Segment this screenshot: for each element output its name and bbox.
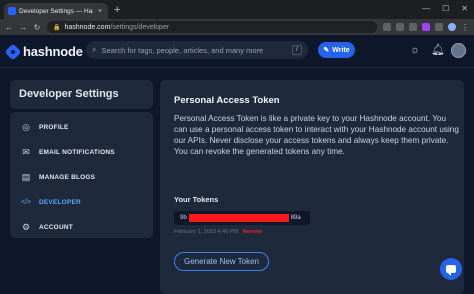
sidebar-item-email-notifications[interactable]: ✉ EMAIL NOTIFICATIONS (10, 140, 153, 165)
url-text: hashnode.com/settings/developer (64, 24, 169, 31)
bookmark-icon[interactable] (396, 23, 404, 31)
revoke-link[interactable]: Revoke (243, 229, 263, 235)
sidebar-item-label: DEVELOPER (39, 199, 81, 206)
puzzle-icon[interactable] (435, 23, 443, 31)
extension-icon[interactable] (422, 23, 430, 31)
chat-widget-button[interactable] (440, 258, 462, 280)
avatar[interactable] (451, 43, 466, 58)
reload-icon[interactable]: ↻ (33, 23, 41, 32)
back-icon[interactable]: ← (5, 23, 13, 32)
token-meta: February 1, 2023 4:46 PM Revoke (174, 229, 262, 235)
address-bar[interactable]: 🔒 hashnode.com/settings/developer (47, 21, 377, 33)
tab-close-icon[interactable]: × (96, 8, 104, 15)
sidebar-header: Developer Settings (10, 80, 153, 109)
tokens-label: Your Tokens (174, 195, 219, 204)
token-suffix: 89a (290, 215, 301, 221)
token-prefix: 9b (180, 215, 187, 221)
url-host: hashnode.com (64, 23, 111, 31)
panel-description: Personal Access Token is like a private … (174, 114, 459, 156)
new-tab-button[interactable]: + (114, 3, 120, 17)
url-path: /settings/developer (110, 23, 170, 31)
site-header: hashnode ⌕ / ✎ Write ☼ 🔔︎ (0, 35, 474, 68)
sidebar-item-label: EMAIL NOTIFICATIONS (39, 149, 115, 156)
forward-icon[interactable]: → (19, 23, 27, 32)
sidebar-item-profile[interactable]: ◎ PROFILE (10, 115, 153, 140)
browser-tab[interactable]: Developer Settings — Hashnode × (4, 3, 108, 19)
sidebar-item-label: PROFILE (39, 124, 69, 131)
minimize-icon[interactable]: — (422, 2, 430, 16)
browser-tabstrip: Developer Settings — Hashnode × + — ☐ ✕ (0, 0, 474, 19)
token-value[interactable]: 9b 89a (174, 211, 310, 225)
sidebar-item-developer[interactable]: </> DEVELOPER (10, 190, 153, 215)
generate-token-button[interactable]: Generate New Token (174, 252, 269, 271)
close-window-icon[interactable]: ✕ (461, 2, 468, 16)
hashnode-favicon-icon (8, 7, 16, 15)
code-icon: </> (21, 199, 32, 206)
chat-icon (446, 265, 456, 276)
sidebar-title: Developer Settings (19, 88, 119, 100)
bell-icon[interactable]: 🔔︎ (431, 44, 445, 56)
window-controls: — ☐ ✕ (422, 2, 468, 16)
access-token-panel: Personal Access Token Personal Access To… (160, 80, 464, 294)
mail-icon: ✉ (22, 147, 30, 157)
sidebar-nav: ◎ PROFILE ✉ EMAIL NOTIFICATIONS ▤ MANAGE… (10, 112, 153, 238)
token-created-date: February 1, 2023 4:46 PM (174, 229, 238, 235)
search-icon: ⌕ (92, 45, 97, 54)
write-button[interactable]: ✎ Write (318, 42, 355, 58)
lock-icon: 🔒 (53, 24, 61, 31)
gear-icon: ⚙ (21, 222, 31, 232)
sidebar-item-label: ACCOUNT (39, 224, 73, 231)
maximize-icon[interactable]: ☐ (442, 2, 449, 16)
panel-title: Personal Access Token (174, 95, 280, 106)
extension-icons: ⋮ (383, 23, 469, 32)
profile-icon[interactable] (448, 23, 456, 31)
user-circle-icon: ◎ (22, 122, 30, 132)
sidebar-item-manage-blogs[interactable]: ▤ MANAGE BLOGS (10, 165, 153, 190)
share-icon[interactable] (383, 23, 391, 31)
menu-dots-icon[interactable]: ⋮ (461, 23, 469, 32)
browser-toolbar: ← → ↻ 🔒 hashnode.com/settings/developer … (0, 19, 474, 35)
search-input[interactable] (101, 45, 287, 55)
token-redaction (188, 214, 289, 222)
blogs-icon: ▤ (21, 172, 31, 182)
logo-text: hashnode (23, 44, 83, 59)
tab-title: Developer Settings — Hashnode (19, 7, 93, 15)
search-bar[interactable]: ⌕ / (86, 41, 308, 59)
sidebar-item-label: MANAGE BLOGS (39, 174, 96, 181)
extension-icon[interactable] (409, 23, 417, 31)
sun-icon[interactable]: ☼ (410, 44, 420, 56)
pencil-icon: ✎ (323, 47, 330, 54)
hashnode-logo[interactable]: hashnode (4, 43, 83, 60)
search-shortcut-key: / (292, 45, 302, 55)
write-label: Write (332, 46, 350, 54)
sidebar-item-account[interactable]: ⚙ ACCOUNT (10, 215, 153, 240)
hashnode-logo-icon (4, 43, 22, 60)
